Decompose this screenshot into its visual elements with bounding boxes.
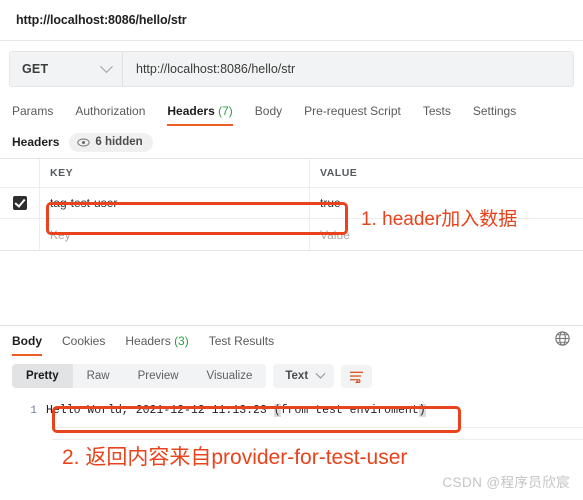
hidden-headers-count: 6 hidden [95,136,143,148]
tab-params[interactable]: Params [12,104,53,126]
row-enable-checkbox-cell [0,188,40,218]
http-method-select[interactable]: GET [10,52,123,86]
row-enable-checkbox[interactable] [12,196,27,210]
hidden-headers-toggle[interactable]: 6 hidden [69,132,153,152]
header-value-value: true [320,196,341,210]
tab-body[interactable]: Body [255,104,282,126]
view-raw[interactable]: Raw [73,364,124,388]
chevron-down-icon [100,59,113,73]
header-row-checkbox-col [0,159,40,187]
column-header-value: VALUE [320,167,358,179]
response-section: Body Cookies Headers (3) Test Results Pr… [0,325,583,440]
headers-table-header-row: KEY VALUE [0,159,583,188]
response-format-bar: Pretty Raw Preview Visualize Text [0,356,583,395]
response-body-text: Hello World, 2021-12-12 11:13:23 (from t… [46,404,426,417]
response-body-paren-open: ( [273,404,281,417]
tab-settings[interactable]: Settings [473,104,516,126]
globe-icon[interactable] [554,330,571,347]
response-body-text-inner: from test enviroment [280,404,419,417]
headers-sub-bar: Headers 6 hidden [0,126,583,158]
response-body-area: 1 Hello World, 2021-12-12 11:13:23 (from… [0,395,583,440]
headers-section-label: Headers [12,135,60,149]
request-title-bar: http://localhost:8086/hello/str [0,0,583,41]
response-view-segment: Pretty Raw Preview Visualize [12,364,267,388]
empty-header-key-input[interactable]: Key [40,219,310,250]
request-title: http://localhost:8086/hello/str [16,13,187,27]
line-number: 1 [30,404,37,417]
chevron-down-icon [315,368,326,379]
column-header-key: KEY [40,159,310,187]
watermark: CSDN @程序员欣宸 [442,475,570,490]
url-bar: GET http://localhost:8086/hello/str [9,51,574,87]
tab-headers-label: Headers [167,104,215,118]
response-body-line[interactable]: 1 Hello World, 2021-12-12 11:13:23 (from… [0,401,583,420]
response-body-text-main: Hello World, 2021-12-12 11:13:23 [46,404,274,417]
view-pretty[interactable]: Pretty [12,364,73,388]
response-tab-body[interactable]: Body [12,334,42,356]
tab-authorization[interactable]: Authorization [75,104,145,126]
header-key-input[interactable]: tag-test-user [40,188,310,218]
response-tab-cookies[interactable]: Cookies [62,334,105,356]
http-method-label: GET [22,62,49,76]
response-type-label: Text [285,370,309,382]
view-preview[interactable]: Preview [124,364,193,388]
word-wrap-icon [350,371,364,383]
response-tab-headers-label: Headers [125,334,171,348]
annotation-text-header: 1. header加入数据 [361,209,518,230]
view-visualize[interactable]: Visualize [193,364,267,388]
response-tab-test-results[interactable]: Test Results [209,334,274,356]
tab-tests[interactable]: Tests [423,104,451,126]
response-tab-headers-count: (3) [174,334,189,348]
tab-headers[interactable]: Headers (7) [167,104,233,126]
tab-pre-request-script[interactable]: Pre-request Script [304,104,401,126]
annotation-text-body: 2. 返回内容来自provider-for-test-user [62,446,408,469]
response-body-paren-close: ) [418,404,426,417]
request-tabs: Params Authorization Headers (7) Body Pr… [0,97,583,126]
response-tab-headers[interactable]: Headers (3) [125,334,188,356]
response-tabs: Body Cookies Headers (3) Test Results [0,326,583,356]
url-input-value: http://localhost:8086/hello/str [136,62,296,76]
code-rule-1 [52,427,583,428]
eye-icon [77,138,91,146]
word-wrap-button[interactable] [341,364,373,388]
header-key-value: tag-test-user [50,196,118,210]
tab-headers-count: (7) [218,104,233,118]
response-type-select[interactable]: Text [273,364,335,388]
url-input[interactable]: http://localhost:8086/hello/str [123,52,573,86]
code-rule-2 [52,439,583,440]
empty-row-checkbox-cell [0,219,40,250]
